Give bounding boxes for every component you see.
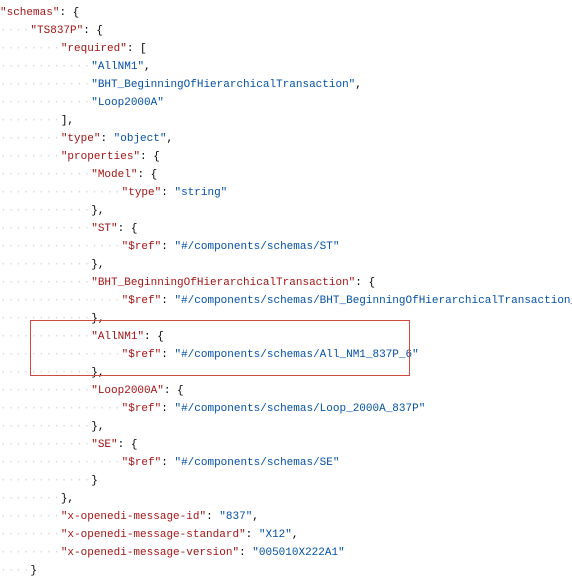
code-line: ············"ST": { <box>0 220 572 238</box>
code-line: ········"required": [ <box>0 40 572 58</box>
code-line: ············"Loop2000A": { <box>0 382 572 400</box>
code-line: ············"BHT_BeginningOfHierarchical… <box>0 76 572 94</box>
code-line: ············"AllNM1": { <box>0 328 572 346</box>
code-line: ············"SE": { <box>0 436 572 454</box>
code-line: ········}, <box>0 490 572 508</box>
code-line: ········"x-openedi-message-id": "837", <box>0 508 572 526</box>
code-line: ················"$ref": "#/components/sc… <box>0 346 572 364</box>
code-line: ················"$ref": "#/components/sc… <box>0 238 572 256</box>
code-line: ············}, <box>0 202 572 220</box>
code-line: ············} <box>0 472 572 490</box>
code-line: ············}, <box>0 364 572 382</box>
code-line: ················"$ref": "#/components/sc… <box>0 292 572 310</box>
code-line: ········"type": "object", <box>0 130 572 148</box>
code-line: ············"Model": { <box>0 166 572 184</box>
code-line: ············}, <box>0 256 572 274</box>
code-line: ················"$ref": "#/components/sc… <box>0 400 572 418</box>
code-line: ············"BHT_BeginningOfHierarchical… <box>0 274 572 292</box>
code-line: ············}, <box>0 310 572 328</box>
code-line: "schemas": { <box>0 4 572 22</box>
code-line: ············"AllNM1", <box>0 58 572 76</box>
json-code-block: "schemas": { ····"TS837P": { ········"re… <box>0 4 572 580</box>
code-line: ················"$ref": "#/components/sc… <box>0 454 572 472</box>
code-line: ············"Loop2000A" <box>0 94 572 112</box>
code-line: ················"type": "string" <box>0 184 572 202</box>
code-line: ········"properties": { <box>0 148 572 166</box>
code-line: ········"x-openedi-message-standard": "X… <box>0 526 572 544</box>
code-line: ········"x-openedi-message-version": "00… <box>0 544 572 562</box>
code-line: ········], <box>0 112 572 130</box>
code-line: ····} <box>0 562 572 580</box>
code-line: ····"TS837P": { <box>0 22 572 40</box>
code-line: ············}, <box>0 418 572 436</box>
